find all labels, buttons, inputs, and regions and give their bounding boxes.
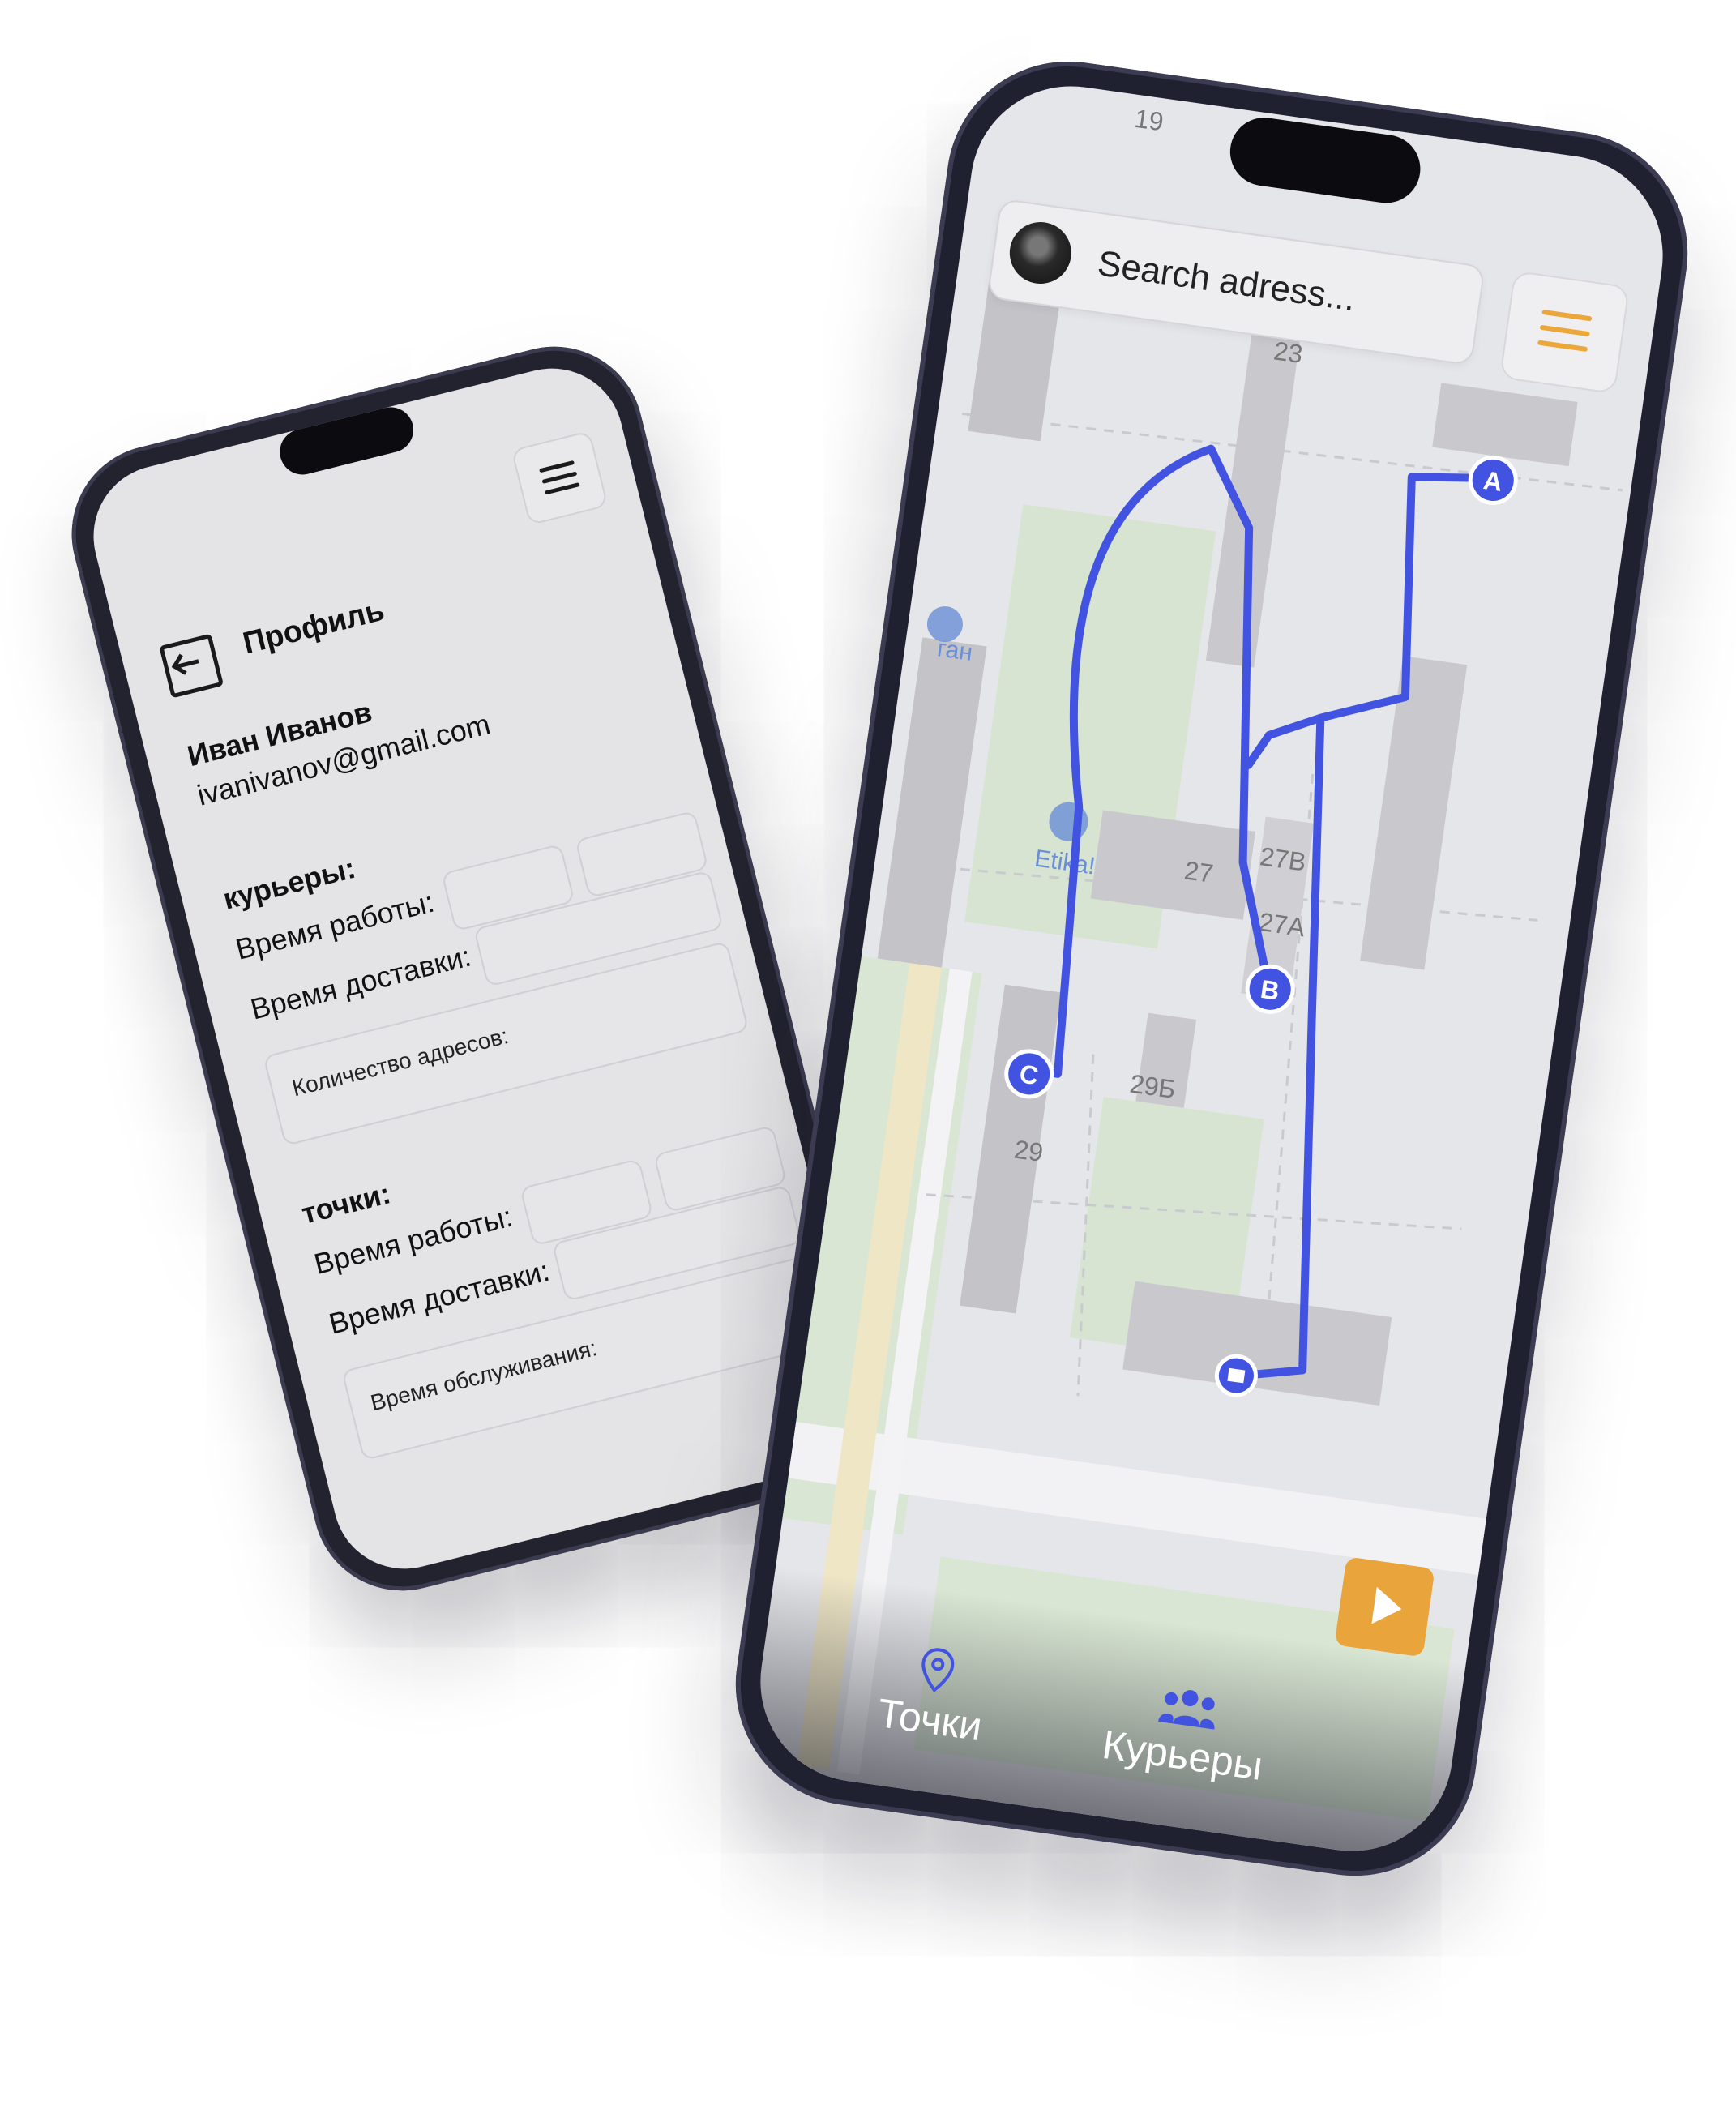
tab-couriers-label: Курьеры bbox=[1099, 1721, 1266, 1790]
marker-a[interactable]: A bbox=[1468, 455, 1519, 506]
menu-button[interactable] bbox=[1499, 270, 1631, 395]
tab-points-label: Точки bbox=[874, 1689, 986, 1750]
search-placeholder: Search adress... bbox=[1095, 243, 1358, 319]
marker-label: A bbox=[1482, 465, 1504, 497]
tab-couriers[interactable]: Курьеры bbox=[1100, 1677, 1272, 1790]
play-button[interactable] bbox=[1334, 1556, 1435, 1658]
building bbox=[1122, 1281, 1392, 1406]
points-heading: точки: bbox=[297, 1176, 394, 1230]
avatar[interactable] bbox=[1005, 218, 1075, 288]
address-count-label: Количество адресов: bbox=[289, 1023, 511, 1102]
building-29 bbox=[960, 984, 1062, 1314]
hamburger-icon bbox=[1537, 309, 1593, 355]
service-time-label: Время обслуживания: bbox=[368, 1335, 600, 1416]
marker-label: C bbox=[1018, 1059, 1041, 1090]
hamburger-icon bbox=[539, 460, 580, 496]
building-label: 29 bbox=[1012, 1134, 1045, 1167]
marker-label: B bbox=[1259, 974, 1281, 1006]
page-title: Профиль bbox=[239, 593, 388, 661]
building-23 bbox=[1205, 323, 1302, 668]
building-label: 29Б bbox=[1128, 1069, 1178, 1105]
building bbox=[1432, 383, 1578, 467]
back-icon[interactable] bbox=[159, 633, 224, 699]
map-pin-icon bbox=[921, 1648, 954, 1692]
profile-screen: Профиль Иван Иванов ivanivanov@gmail.com… bbox=[78, 353, 879, 1585]
building-label: 27В bbox=[1258, 841, 1307, 877]
poi-label: ган bbox=[935, 635, 974, 666]
building-label: 27 bbox=[1182, 855, 1215, 888]
menu-button[interactable] bbox=[511, 430, 609, 526]
tab-points[interactable]: Точки bbox=[874, 1641, 991, 1750]
people-icon bbox=[1158, 1690, 1216, 1730]
building-label: 19 bbox=[1133, 104, 1165, 137]
warehouse-icon bbox=[1227, 1367, 1246, 1384]
